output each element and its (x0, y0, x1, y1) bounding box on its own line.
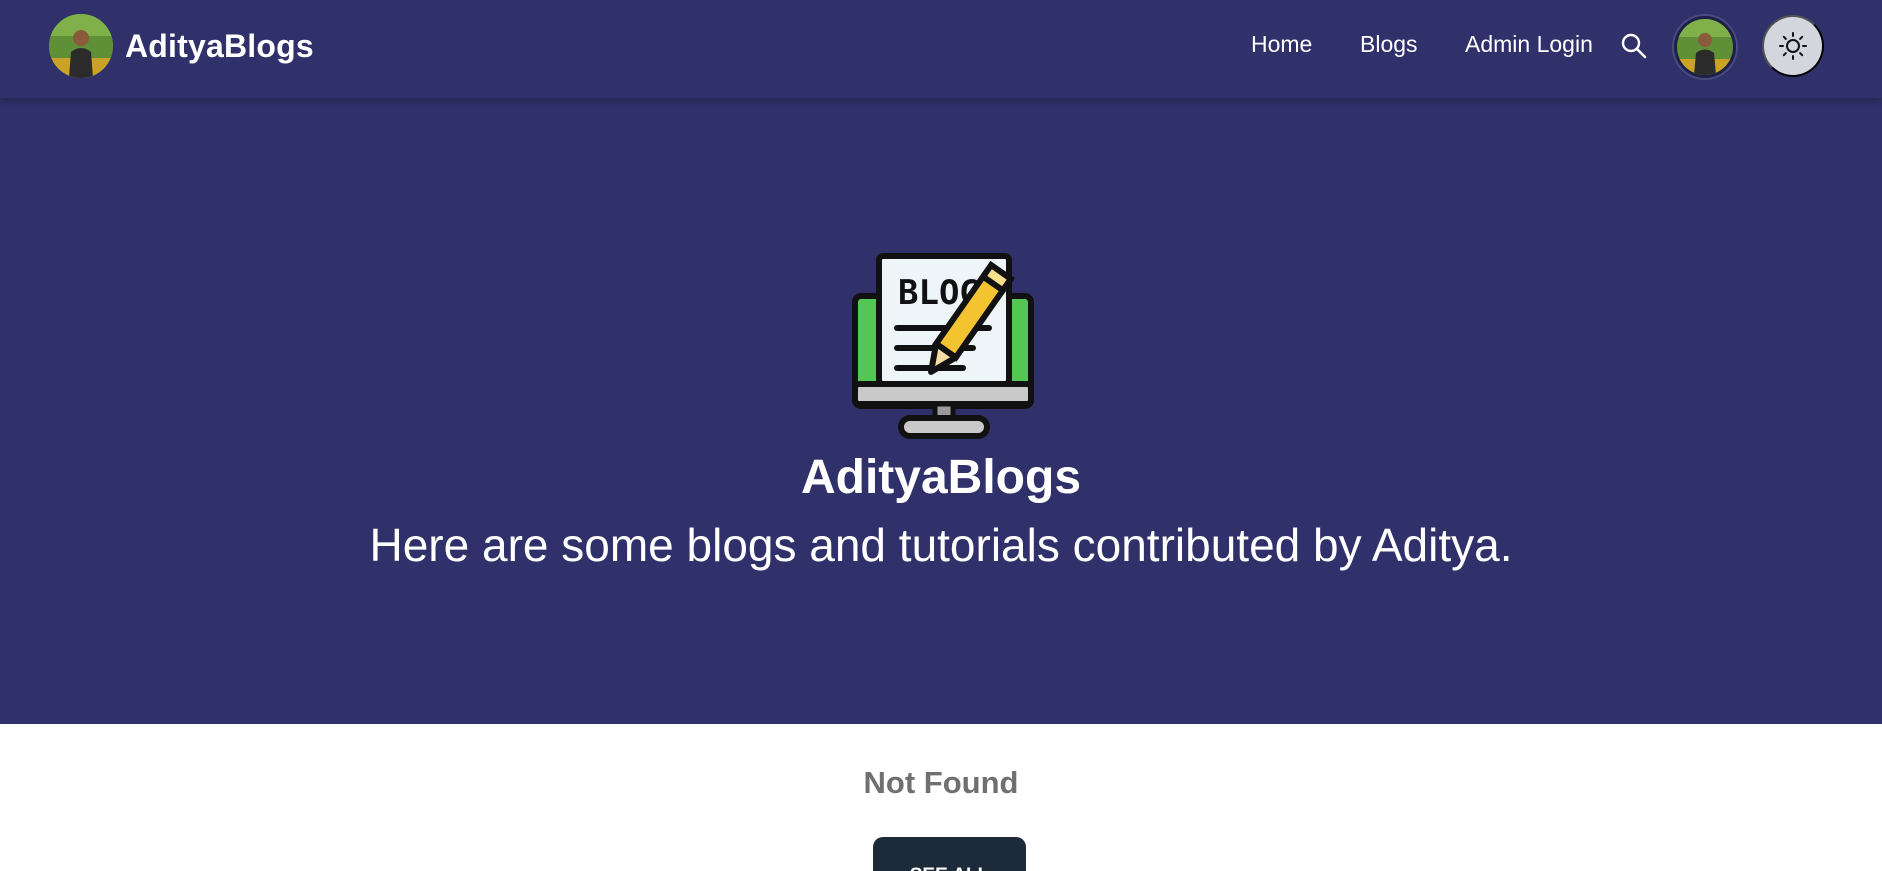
hero-section: BLOG AdityaBlogs Here are some blogs and… (0, 98, 1882, 724)
not-found-message: Not Found (863, 765, 1019, 800)
theme-toggle-button[interactable] (1762, 15, 1824, 77)
search-icon[interactable] (1619, 31, 1649, 61)
brand-avatar (49, 14, 113, 78)
user-avatar[interactable] (1674, 16, 1736, 78)
brand-name: AdityaBlogs (125, 27, 314, 64)
nav-link-blogs[interactable]: Blogs (1360, 31, 1418, 58)
nav-link-admin-login[interactable]: Admin Login (1465, 31, 1593, 58)
hero-title: AdityaBlogs (800, 451, 1082, 504)
see-all-button[interactable]: SEE ALL (873, 837, 1026, 871)
brand-link[interactable]: AdityaBlogs (49, 14, 314, 78)
sun-icon (1779, 32, 1807, 60)
navbar: AdityaBlogs Home Blogs Admin Login (0, 0, 1882, 98)
nav-link-home[interactable]: Home (1251, 31, 1312, 58)
hero-subtitle: Here are some blogs and tutorials contri… (369, 519, 1513, 571)
blog-computer-icon: BLOG (852, 253, 1034, 439)
